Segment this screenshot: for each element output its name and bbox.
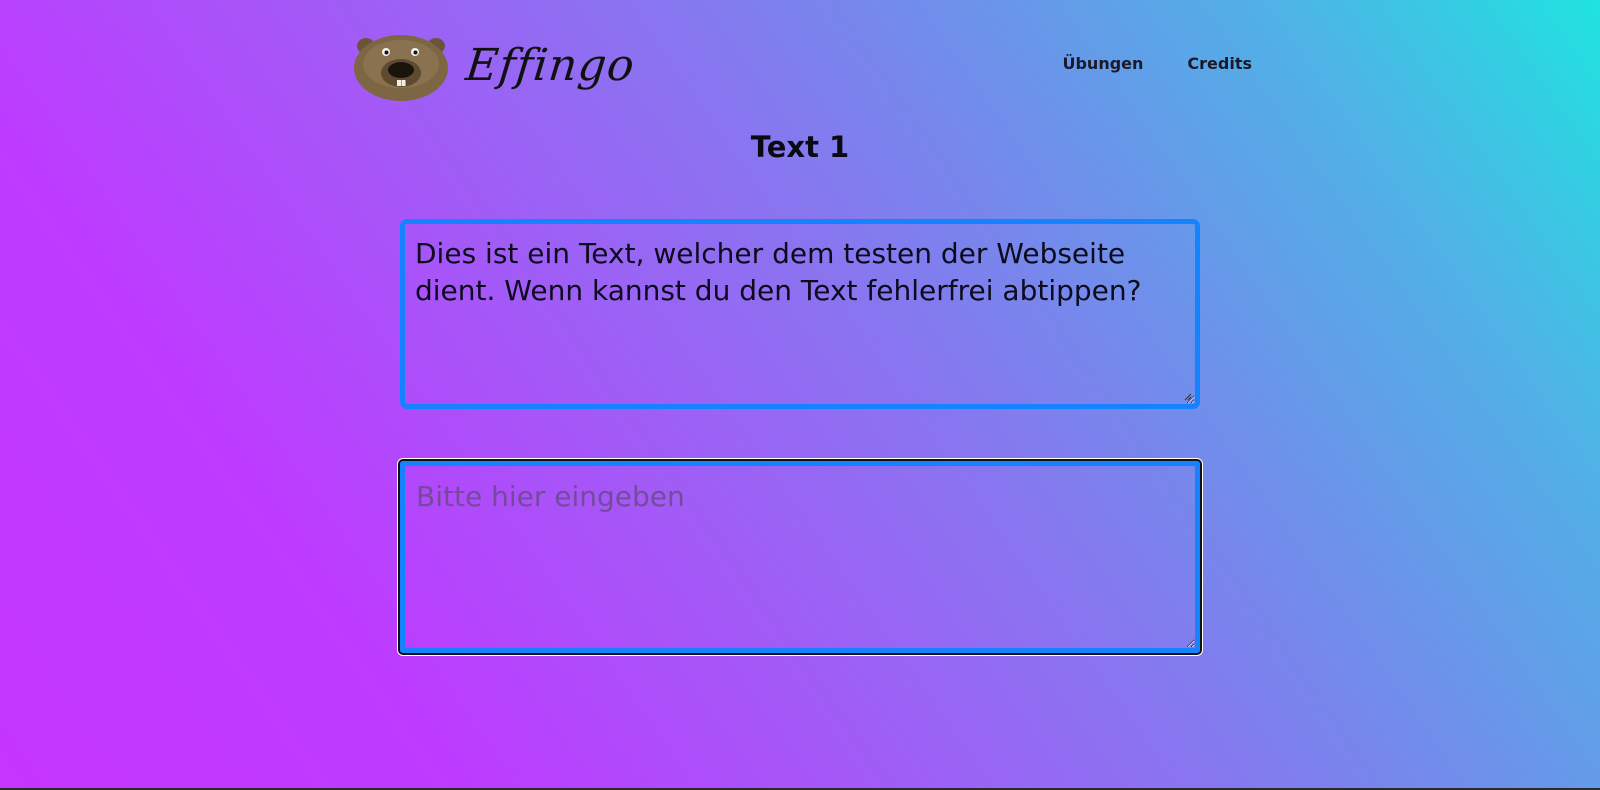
beaver-head-icon: [354, 35, 448, 101]
source-text-box[interactable]: Dies ist ein Text, welcher dem testen de…: [400, 219, 1200, 409]
nav-link-credits[interactable]: Credits: [1187, 54, 1252, 73]
resize-grip-icon[interactable]: [1184, 393, 1192, 401]
main-nav: Übungen Credits: [1018, 54, 1252, 73]
brand-name: Effingo: [463, 39, 638, 91]
page-title: Text 1: [750, 130, 850, 164]
brand-logo-link[interactable]: Effingo: [352, 28, 638, 102]
nav-link-uebungen[interactable]: Übungen: [1062, 54, 1143, 73]
site-header: Effingo Übungen Credits: [352, 28, 1252, 104]
typing-input[interactable]: [398, 459, 1202, 655]
source-text: Dies ist ein Text, welcher dem testen de…: [415, 237, 1142, 307]
